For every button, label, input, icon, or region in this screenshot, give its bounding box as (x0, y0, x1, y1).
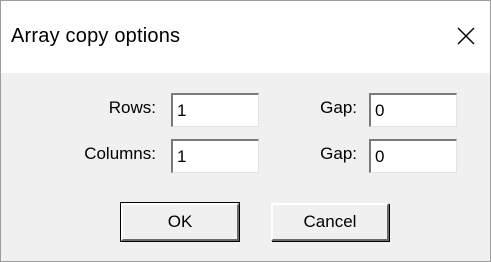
cancel-button-label: Cancel (303, 212, 357, 231)
row-gap-label: Gap: (320, 98, 357, 117)
columns-label: Columns: (84, 144, 156, 163)
column-gap-input[interactable] (369, 139, 457, 173)
dialog-body: Rows: Gap: Columns: Gap: OK Cancel (1, 73, 490, 261)
rows-label: Rows: (108, 98, 156, 117)
ok-button-label: OK (167, 212, 193, 231)
row-gap-input[interactable] (369, 93, 457, 127)
ok-button[interactable]: OK (120, 202, 240, 242)
cancel-button[interactable]: Cancel (271, 203, 389, 241)
title-bar: Array copy options (1, 1, 490, 73)
dialog-title: Array copy options (11, 25, 181, 47)
close-button[interactable] (448, 19, 484, 53)
columns-input[interactable] (171, 139, 259, 173)
rows-input[interactable] (171, 93, 259, 127)
close-icon (457, 27, 475, 45)
column-gap-label: Gap: (320, 144, 357, 163)
array-copy-options-dialog: Array copy options Rows: Gap: Columns: G… (0, 0, 491, 262)
